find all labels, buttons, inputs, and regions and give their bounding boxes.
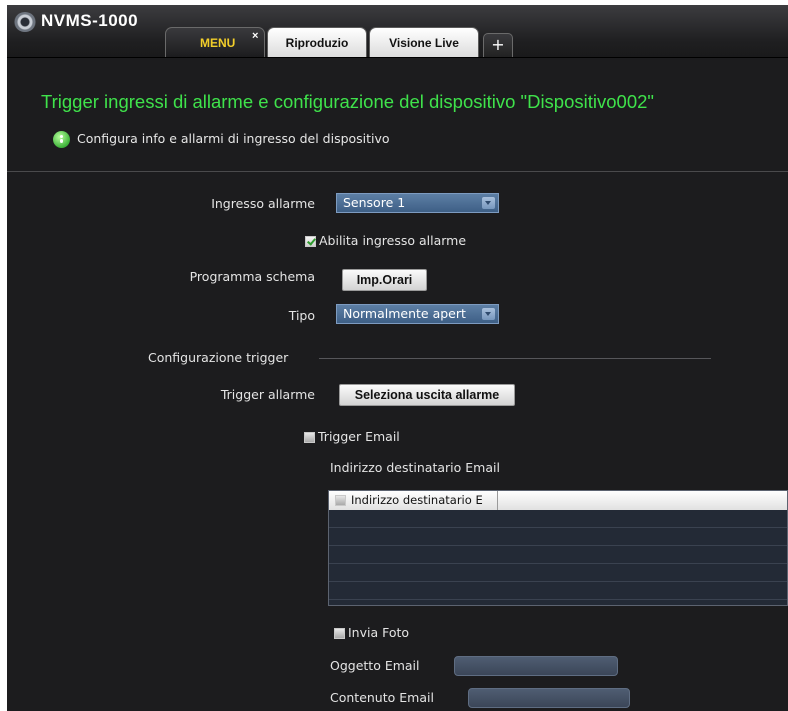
list-header: Indirizzo destinatario E	[329, 491, 787, 510]
header-divider	[7, 171, 788, 172]
chevron-down-icon	[482, 197, 495, 209]
plus-icon: +	[491, 35, 505, 54]
email-recipient-list[interactable]: Indirizzo destinatario E	[328, 490, 788, 606]
trigger-config-label: Configurazione trigger	[148, 350, 289, 365]
trigger-alarm-label: Trigger allarme	[220, 387, 315, 402]
tab-riproduzio-label: Riproduzio	[285, 36, 349, 50]
send-photo-label: Invia Foto	[348, 625, 410, 640]
list-row[interactable]	[329, 546, 787, 564]
email-content-label: Contenuto Email	[330, 690, 434, 705]
list-row[interactable]	[329, 564, 787, 582]
app-window: NVMS-1000 MENU × Riproduzio Visione Live…	[7, 5, 788, 711]
trigger-email-label: Trigger Email	[318, 429, 400, 444]
add-tab-button[interactable]: +	[483, 33, 513, 57]
tab-visione-live-label: Visione Live	[389, 36, 459, 50]
select-all-checkbox[interactable]	[335, 495, 346, 506]
schedule-label: Programma schema	[189, 269, 315, 284]
app-title: NVMS-1000	[41, 11, 139, 30]
send-photo-checkbox[interactable]	[334, 628, 345, 639]
title-bar: NVMS-1000 MENU × Riproduzio Visione Live…	[7, 5, 788, 58]
list-row[interactable]	[329, 528, 787, 546]
column-divider[interactable]	[497, 491, 498, 510]
tab-visione-live[interactable]: Visione Live	[369, 27, 479, 57]
alarm-input-value: Sensore 1	[343, 195, 406, 210]
list-row[interactable]	[329, 510, 787, 528]
email-recipient-label: Indirizzo destinatario Email	[330, 460, 500, 475]
alarm-input-select[interactable]: Sensore 1	[336, 193, 499, 213]
alarm-input-label: Ingresso allarme	[211, 196, 315, 211]
email-content-input[interactable]	[468, 688, 630, 708]
chevron-down-icon	[482, 308, 495, 320]
enable-alarm-input-label: Abilita ingresso allarme	[319, 233, 467, 248]
email-subject-label: Oggetto Email	[330, 658, 420, 673]
email-subject-input[interactable]	[454, 656, 618, 676]
type-label: Tipo	[288, 308, 315, 323]
select-alarm-output-button[interactable]: Seleziona uscita allarme	[339, 384, 515, 406]
tab-menu-label: MENU	[200, 36, 236, 50]
list-row[interactable]	[329, 582, 787, 600]
tab-riproduzio[interactable]: Riproduzio	[267, 27, 367, 57]
set-schedule-button[interactable]: Imp.Orari	[342, 269, 427, 291]
camera-lens-icon	[14, 12, 36, 32]
type-select[interactable]: Normalmente apert	[336, 304, 499, 324]
type-value: Normalmente apert	[343, 306, 466, 321]
close-icon[interactable]: ×	[252, 28, 258, 44]
trigger-config-divider	[319, 358, 711, 359]
list-header-label: Indirizzo destinatario E	[351, 493, 483, 507]
tab-menu[interactable]: MENU ×	[165, 27, 265, 57]
enable-alarm-input-checkbox[interactable]	[305, 236, 316, 247]
page-subtitle: Configura info e allarmi di ingresso del…	[77, 131, 390, 146]
trigger-email-checkbox[interactable]	[304, 432, 315, 443]
info-bubble-icon	[53, 131, 70, 148]
page-title: Trigger ingressi di allarme e configuraz…	[41, 91, 654, 112]
